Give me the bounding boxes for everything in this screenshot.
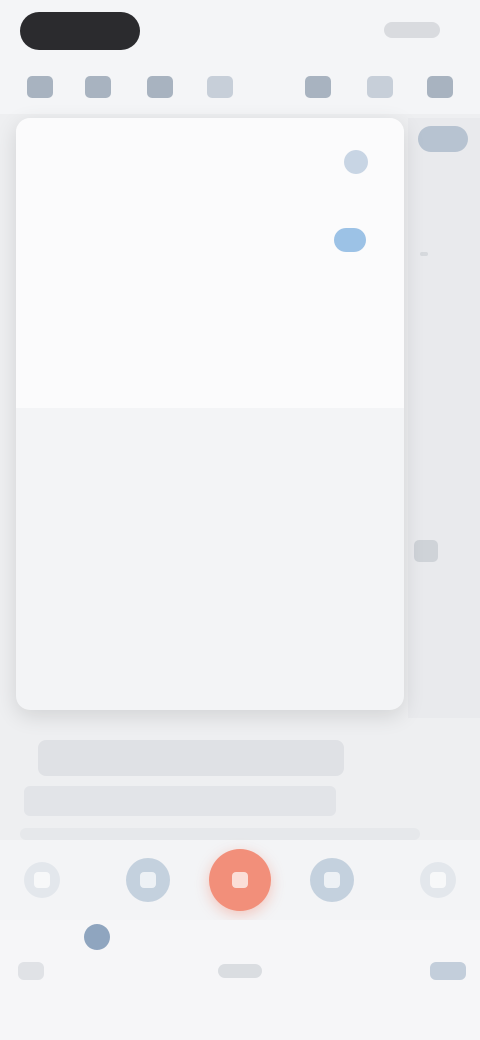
more-icon bbox=[427, 76, 453, 98]
scroll-handle[interactable] bbox=[414, 540, 438, 562]
undo-icon bbox=[34, 872, 50, 888]
toolbar-link-button[interactable] bbox=[360, 70, 400, 104]
toolbar bbox=[0, 62, 480, 114]
bottom-right-tab[interactable] bbox=[430, 962, 466, 980]
side-tab[interactable] bbox=[418, 126, 468, 152]
menu-item-3[interactable] bbox=[16, 344, 404, 400]
toolbar-tag-button[interactable] bbox=[140, 70, 180, 104]
attach-icon bbox=[324, 872, 340, 888]
bottom-bar bbox=[0, 920, 480, 1040]
status-bar bbox=[0, 0, 480, 62]
content-divider bbox=[20, 828, 420, 840]
side-panel bbox=[408, 118, 480, 718]
format-button[interactable] bbox=[126, 858, 170, 902]
content-line bbox=[24, 786, 336, 816]
menu-item-1[interactable] bbox=[16, 212, 404, 268]
bottom-left-tab[interactable] bbox=[18, 962, 44, 980]
side-marker bbox=[420, 252, 428, 256]
record-button[interactable] bbox=[209, 849, 271, 911]
redo-icon bbox=[430, 872, 446, 888]
dynamic-island bbox=[20, 12, 140, 50]
menu-action-icon[interactable] bbox=[344, 150, 368, 174]
tag-icon bbox=[147, 76, 173, 98]
grid-icon bbox=[27, 76, 53, 98]
image-icon bbox=[305, 76, 331, 98]
layout-icon bbox=[207, 76, 233, 98]
undo-button[interactable] bbox=[24, 862, 60, 898]
toolbar-image-button[interactable] bbox=[298, 70, 338, 104]
record-icon bbox=[232, 872, 248, 888]
menu-item-2[interactable] bbox=[16, 280, 404, 336]
status-indicators bbox=[384, 22, 440, 38]
attach-button[interactable] bbox=[310, 858, 354, 902]
toolbar-bookmark-button[interactable] bbox=[78, 70, 118, 104]
toolbar-more-button[interactable] bbox=[420, 70, 460, 104]
redo-button[interactable] bbox=[420, 862, 456, 898]
profile-dot-icon[interactable] bbox=[84, 924, 110, 950]
toolbar-grid-button[interactable] bbox=[20, 70, 60, 104]
dropdown-menu bbox=[16, 118, 404, 710]
link-icon bbox=[367, 76, 393, 98]
format-icon bbox=[140, 872, 156, 888]
content-chip[interactable] bbox=[38, 740, 344, 776]
bookmark-icon bbox=[85, 76, 111, 98]
home-tab[interactable] bbox=[218, 964, 262, 978]
menu-item-toggle[interactable] bbox=[334, 228, 366, 252]
toolbar-layout-button[interactable] bbox=[200, 70, 240, 104]
